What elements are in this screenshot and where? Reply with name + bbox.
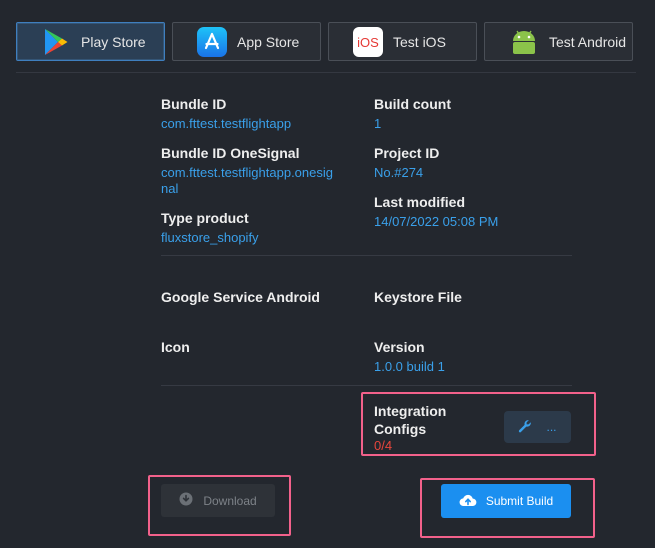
last-modified-label: Last modified [374,194,466,210]
bundle-id-onesignal-value-line1: com.fttest.testflightapp.onesig [161,165,333,180]
build-count-field: Build count 1 [374,95,451,132]
ios-icon: iOS [353,26,383,57]
section-divider [161,385,572,386]
type-product-value: fluxstore_shopify [161,230,259,245]
bundle-id-field: Bundle ID com.fttest.testflightapp [161,95,291,132]
version-field: Version 1.0.0 build 1 [374,338,445,375]
type-product-label: Type product [161,210,249,226]
last-modified-field: Last modified 14/07/2022 05:08 PM [374,193,498,230]
keystore-field: Keystore File [374,288,462,306]
submit-highlight-box [420,478,595,538]
project-id-field: Project ID No.#274 [374,144,439,181]
tab-label: Test Android [549,33,627,50]
version-value: 1.0.0 build 1 [374,359,445,374]
tab-label: Play Store [81,33,146,50]
keystore-label: Keystore File [374,289,462,305]
version-label: Version [374,339,425,355]
tab-test-android[interactable]: Test Android [484,22,633,61]
play-store-icon [41,27,71,57]
tab-app-store[interactable]: App Store [172,22,321,61]
project-id-value: No.#274 [374,165,424,180]
bundle-id-label: Bundle ID [161,96,227,112]
tab-test-ios[interactable]: iOS Test iOS [328,22,477,61]
last-modified-value: 14/07/2022 05:08 PM [374,214,499,229]
bundle-id-onesignal-value-line2: nal [161,181,179,196]
ios-icon-text: iOS [357,35,379,50]
bundle-id-onesignal-value: com.fttest.testflightapp.onesig nal [161,165,333,197]
tab-label: Test iOS [393,33,446,50]
app-store-icon [197,26,227,57]
integration-highlight-box [361,392,596,456]
icon-field: Icon [161,338,190,356]
section-divider [161,255,572,256]
type-product-field: Type product fluxstore_shopify [161,209,259,246]
project-id-label: Project ID [374,145,440,161]
tab-play-store[interactable]: Play Store [16,22,165,61]
google-service-label: Google Service Android [161,289,320,305]
tab-divider [16,72,636,73]
build-count-label: Build count [374,96,451,112]
icon-label: Icon [161,339,190,355]
bundle-id-value: com.fttest.testflightapp [161,116,292,131]
google-service-field: Google Service Android [161,288,320,306]
bundle-id-onesignal-field: Bundle ID OneSignal com.fttest.testfligh… [161,144,333,197]
download-highlight-box [148,475,291,536]
android-icon [509,27,539,57]
bundle-id-onesignal-label: Bundle ID OneSignal [161,145,300,161]
tab-label: App Store [237,33,300,50]
store-tabs: Play Store App Store iOS Test iOS Test A… [16,22,633,61]
build-count-value: 1 [374,116,382,131]
